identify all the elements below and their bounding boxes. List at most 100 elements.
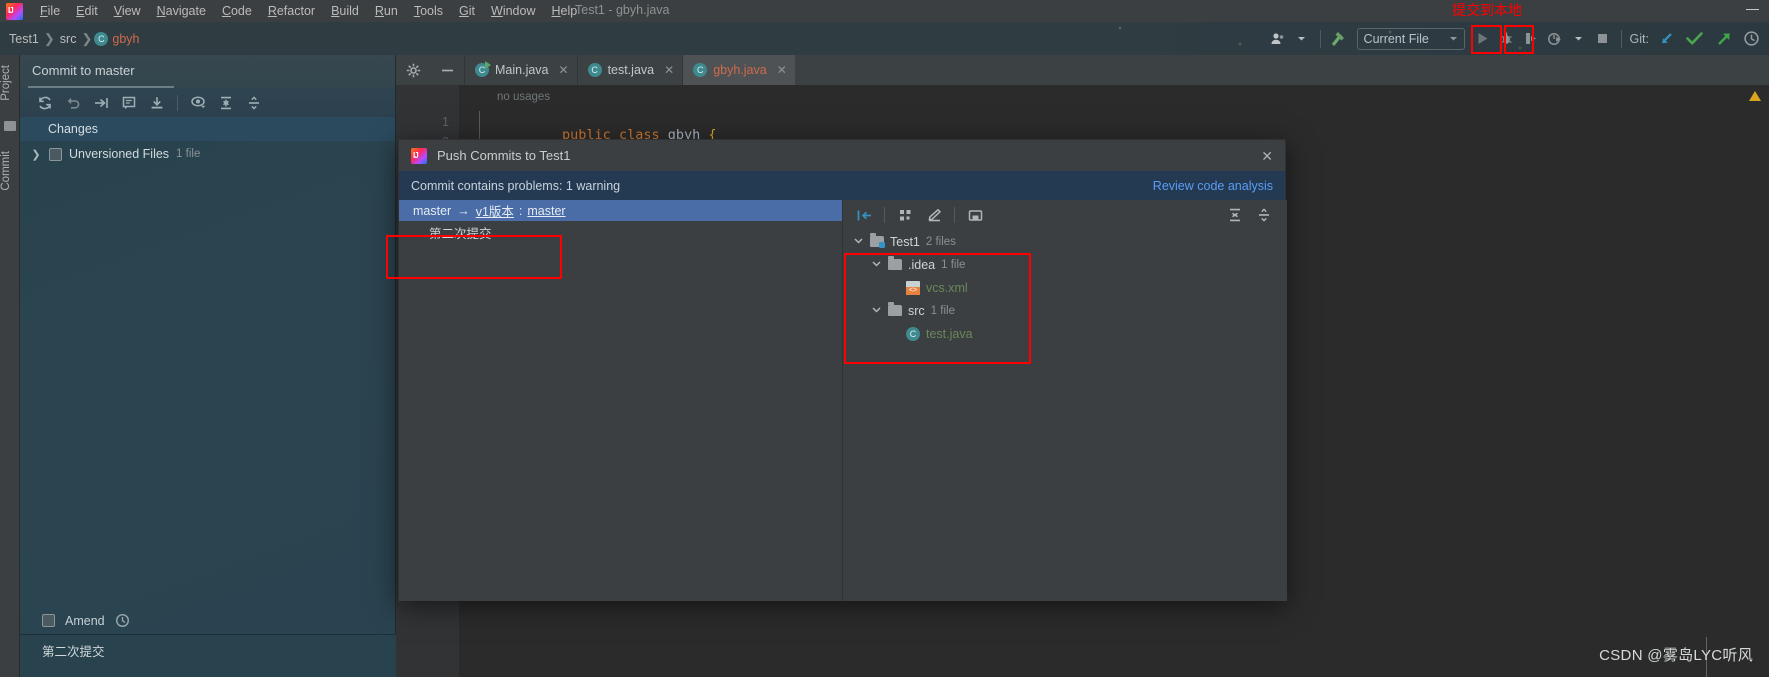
menu-item-run[interactable]: Run: [367, 2, 406, 20]
changes-group-header[interactable]: Changes: [20, 117, 395, 141]
get-from-vcs-icon[interactable]: [144, 91, 170, 115]
menu-item-build[interactable]: Build: [323, 2, 367, 20]
menu-item-code[interactable]: Code: [214, 2, 260, 20]
target-remote-label[interactable]: v1版本: [476, 201, 514, 220]
collapse-all-icon[interactable]: [241, 91, 267, 115]
push-branch-row[interactable]: master → v1版本 : master: [399, 200, 842, 221]
history-clock-icon[interactable]: [1739, 27, 1763, 51]
profiler-icon[interactable]: [1543, 27, 1567, 51]
chevron-right-icon[interactable]: ❯: [30, 148, 42, 161]
run-with-coverage-icon[interactable]: [1519, 27, 1543, 51]
commit-window-header: Commit to master: [20, 55, 395, 88]
dialog-title-bar: Push Commits to Test1 ✕: [399, 140, 1285, 171]
commit-message-row[interactable]: 第二次提交: [399, 221, 842, 243]
menu-item-view[interactable]: View: [106, 2, 149, 20]
folder-module-icon: [870, 233, 885, 248]
close-icon[interactable]: ✕: [1261, 148, 1273, 165]
annotation-label-commit-local: 提交到本地: [1452, 2, 1522, 18]
sidebar-item-project[interactable]: Project: [0, 61, 20, 105]
commit-message-input[interactable]: 第二次提交: [20, 635, 396, 677]
stop-icon[interactable]: [1591, 27, 1615, 51]
save-icon[interactable]: [962, 203, 988, 227]
collapse-all-icon[interactable]: [1251, 203, 1277, 227]
menu-item-edit[interactable]: Edit: [68, 2, 106, 20]
expand-all-icon[interactable]: [213, 91, 239, 115]
tree-node-testjava[interactable]: C test.java: [849, 322, 1287, 345]
history-clock-icon[interactable]: [115, 613, 130, 628]
menu-item-tools[interactable]: Tools: [406, 2, 451, 20]
unversioned-files-checkbox[interactable]: [49, 147, 62, 161]
close-icon[interactable]: ✕: [559, 63, 569, 77]
editor-tab-bar: C Main.java ✕ C test.java ✕ C gbyh.java …: [396, 55, 1769, 85]
user-avatar-icon[interactable]: [1266, 27, 1290, 51]
unversioned-files-row[interactable]: ❯ Unversioned Files 1 file: [20, 141, 395, 167]
shelve-silently-icon[interactable]: [88, 91, 114, 115]
main-toolbar-right: Current File Git:: [1266, 22, 1769, 55]
run-icon[interactable]: [1471, 27, 1495, 51]
breadcrumb-item-project[interactable]: Test1: [6, 32, 42, 46]
minimize-icon[interactable]: [430, 55, 464, 85]
git-update-project-icon[interactable]: [1655, 27, 1679, 51]
review-code-analysis-link[interactable]: Review code analysis: [1153, 179, 1273, 193]
git-commit-checkmark-icon[interactable]: [1679, 25, 1709, 53]
active-tab-underline: [28, 86, 174, 88]
hammer-build-icon[interactable]: [1327, 27, 1351, 51]
breadcrumb-item-src[interactable]: src: [57, 32, 80, 46]
tree-node-test1[interactable]: Test1 2 files: [849, 230, 1287, 253]
close-icon[interactable]: ✕: [777, 63, 787, 77]
breadcrumb-item-class[interactable]: gbyh: [112, 32, 139, 46]
intellij-idea-logo: [6, 2, 23, 20]
java-class-icon: C: [94, 31, 109, 46]
edit-icon[interactable]: [921, 203, 947, 227]
menu-item-file[interactable]: File: [32, 2, 68, 20]
amend-row: Amend: [20, 607, 396, 635]
line-number: 1: [442, 115, 449, 129]
breadcrumb-separator: ❯: [43, 30, 55, 46]
chevron-down-icon[interactable]: [853, 235, 864, 249]
window-title: Test1 - gbyh.java: [575, 3, 670, 17]
tree-node-idea[interactable]: .idea 1 file: [849, 253, 1287, 276]
target-branch-label[interactable]: master: [527, 204, 565, 218]
java-class-icon: C: [906, 326, 920, 341]
chevron-down-icon[interactable]: [871, 258, 882, 272]
amend-checkbox[interactable]: [42, 614, 55, 627]
git-push-arrow-icon[interactable]: [1709, 25, 1739, 53]
debug-icon[interactable]: [1495, 27, 1519, 51]
tree-node-vcsxml[interactable]: vcs.xml: [849, 276, 1287, 299]
ide-window: File Edit View Navigate Code Refactor Bu…: [0, 0, 1769, 677]
toolbar-divider: [177, 94, 178, 111]
dialog-warning-bar: Commit contains problems: 1 warning Revi…: [399, 171, 1285, 200]
editor-tab-gbyh[interactable]: C gbyh.java ✕: [682, 55, 795, 85]
dialog-title: Push Commits to Test1: [437, 148, 571, 163]
chevron-down-icon[interactable]: [1567, 27, 1591, 51]
menu-item-refactor[interactable]: Refactor: [260, 2, 323, 20]
editor-tab-main[interactable]: C Main.java ✕: [464, 55, 577, 85]
menu-item-git[interactable]: Git: [451, 2, 483, 20]
rollback-icon[interactable]: [60, 91, 86, 115]
tree-node-label: .idea: [908, 257, 936, 272]
watermark: CSDN @雾岛LYC听风: [1599, 647, 1753, 664]
collapse-selection-icon[interactable]: [851, 203, 877, 227]
menu-item-window[interactable]: Window: [483, 2, 543, 20]
breadcrumb: Test1 ❯ src ❯ C gbyh: [6, 31, 139, 47]
warning-marker-icon[interactable]: [1749, 91, 1761, 101]
minimize-window-icon[interactable]: [1746, 9, 1759, 10]
chevron-down-icon[interactable]: [1290, 27, 1314, 51]
run-configuration-selector[interactable]: Current File: [1356, 27, 1465, 50]
chevron-down-icon[interactable]: [871, 304, 882, 318]
preview-diff-eye-icon[interactable]: [185, 91, 211, 115]
source-branch-label: master: [413, 203, 452, 218]
expand-all-icon[interactable]: [1222, 203, 1248, 227]
editor-tab-label: test.java: [607, 63, 655, 77]
tree-node-src[interactable]: src 1 file: [849, 299, 1287, 322]
refresh-icon[interactable]: [32, 91, 58, 115]
menu-item-navigate[interactable]: Navigate: [149, 2, 214, 20]
group-by-icon[interactable]: [892, 203, 918, 227]
close-icon[interactable]: ✕: [664, 63, 674, 77]
show-diff-icon[interactable]: [116, 91, 142, 115]
java-class-runnable-icon: C: [475, 61, 491, 77]
sidebar-item-commit[interactable]: Commit: [0, 147, 20, 195]
editor-tab-test[interactable]: C test.java ✕: [576, 55, 683, 85]
gear-icon[interactable]: [396, 55, 430, 85]
folder-icon: [888, 302, 902, 316]
